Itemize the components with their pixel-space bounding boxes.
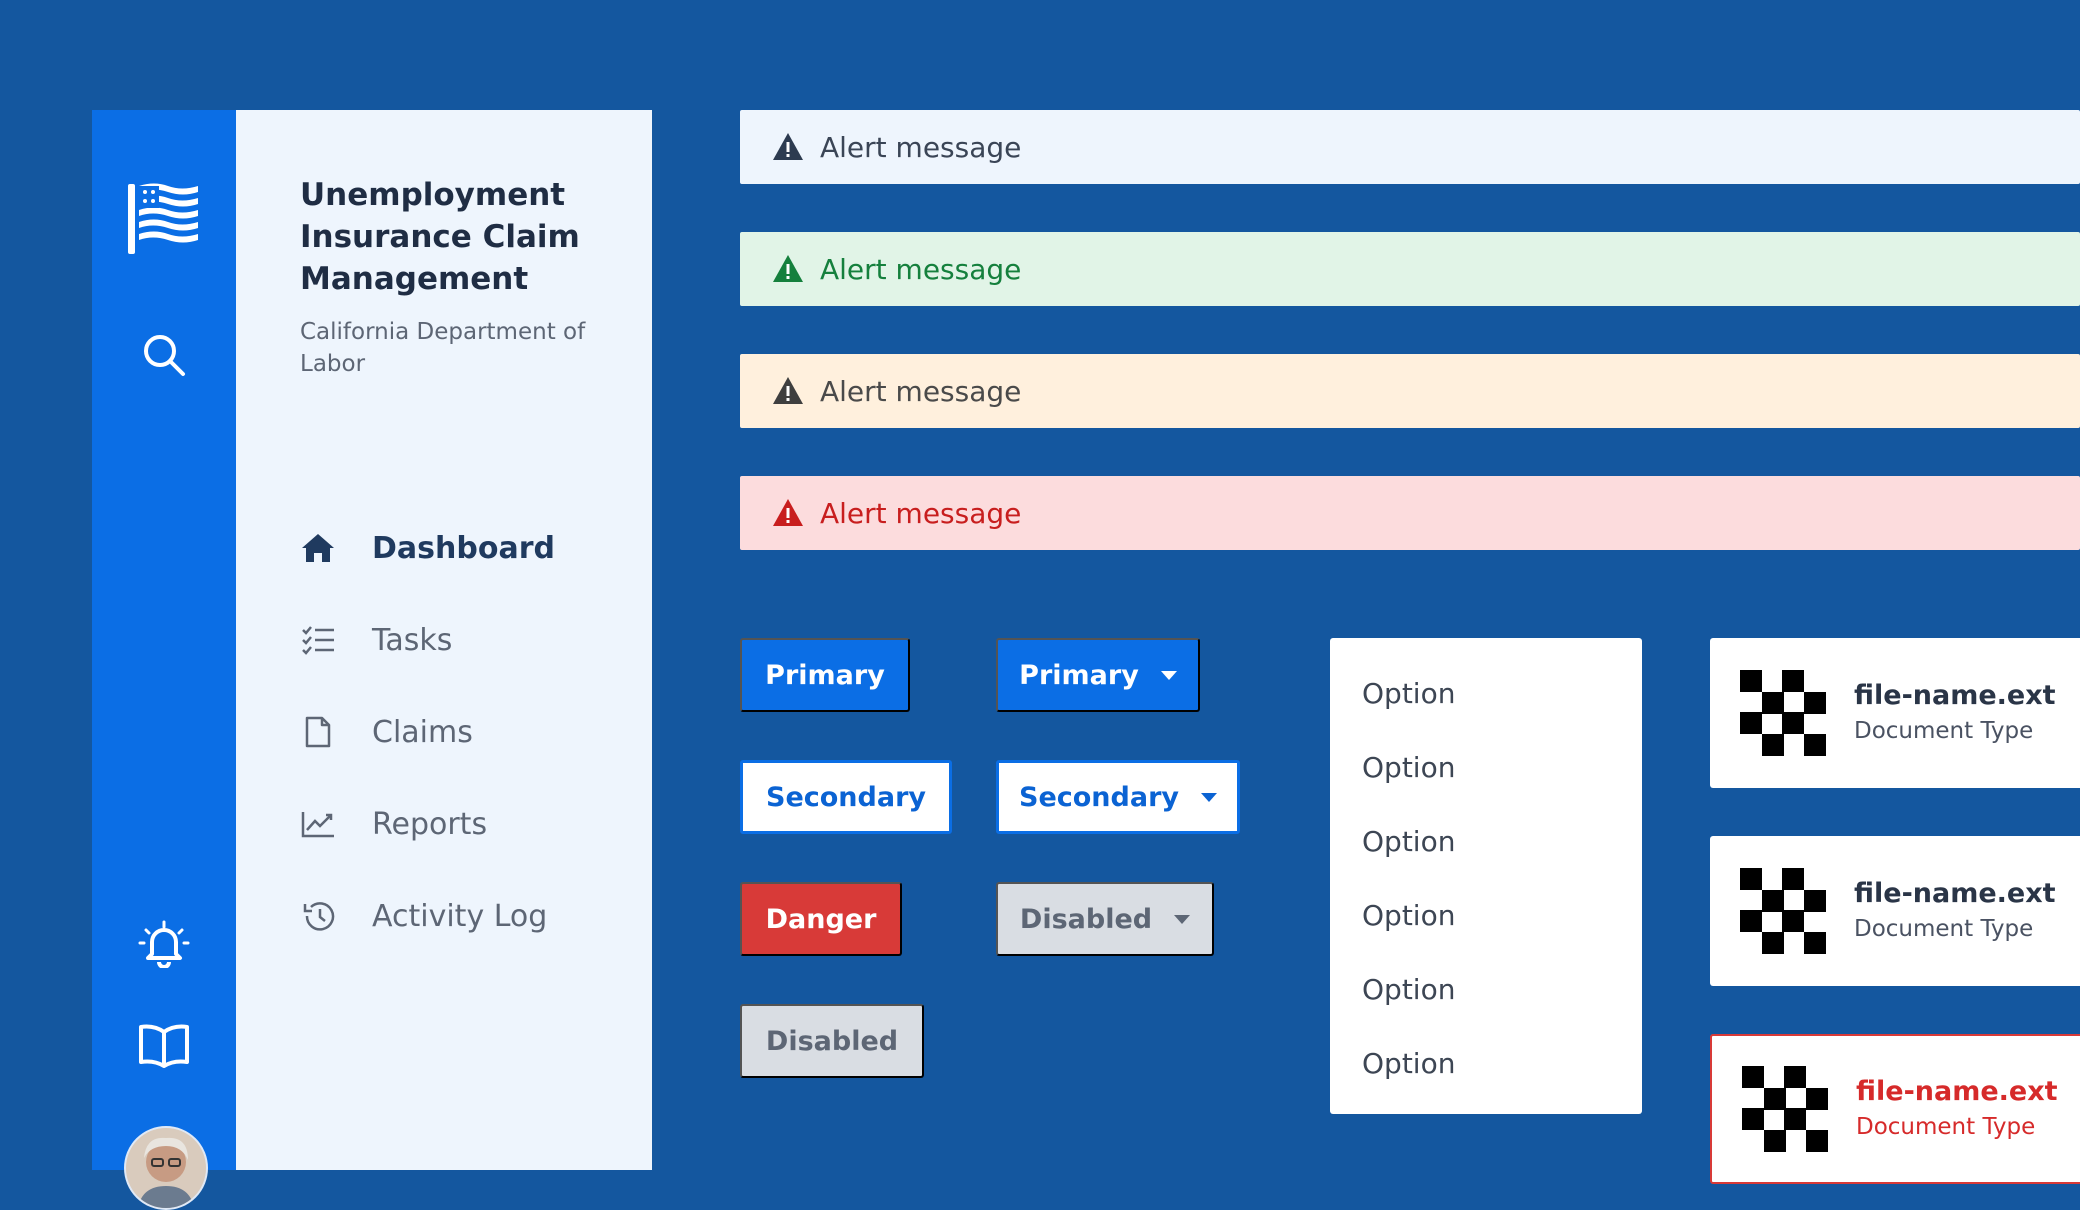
button-label: Primary bbox=[765, 659, 885, 691]
nav-label: Claims bbox=[372, 714, 473, 750]
nav-item-reports[interactable]: Reports bbox=[300, 802, 487, 846]
secondary-dropdown-button[interactable]: Secondary bbox=[996, 760, 1240, 834]
alert-message: Alert message bbox=[820, 496, 1022, 530]
caret-down-icon bbox=[1174, 914, 1191, 924]
alert-message: Alert message bbox=[820, 252, 1022, 286]
secondary-button[interactable]: Secondary bbox=[740, 760, 952, 834]
alert-message: Alert message bbox=[820, 130, 1022, 164]
button-label: Secondary bbox=[766, 781, 926, 813]
menu-option[interactable]: Option bbox=[1330, 730, 1642, 804]
nav-item-dashboard[interactable]: Dashboard bbox=[300, 526, 555, 570]
file-card[interactable]: file-name.ext Document Type bbox=[1710, 836, 2080, 986]
document-icon bbox=[300, 714, 336, 750]
button-label: Disabled bbox=[1019, 903, 1153, 935]
dropdown-menu: Option Option Option Option Option Optio… bbox=[1330, 638, 1642, 1114]
search-icon[interactable] bbox=[141, 332, 187, 378]
app-title: Unemployment Insurance Claim Management bbox=[300, 177, 580, 297]
menu-option[interactable]: Option bbox=[1330, 804, 1642, 878]
file-name: file-name.ext bbox=[1854, 680, 2056, 711]
warning-icon bbox=[773, 499, 803, 526]
button-label: Primary bbox=[1019, 659, 1139, 691]
file-card-error[interactable]: file-name.ext Document Type bbox=[1710, 1034, 2080, 1184]
caret-down-icon bbox=[1201, 792, 1217, 802]
user-avatar-image bbox=[126, 1128, 206, 1208]
primary-button[interactable]: Primary bbox=[740, 638, 910, 712]
side-panel: Unemployment Insurance Claim Management … bbox=[236, 110, 652, 1170]
warning-icon bbox=[773, 255, 803, 282]
disabled-button: Disabled bbox=[740, 1004, 924, 1078]
file-name: file-name.ext bbox=[1856, 1076, 2058, 1107]
nav-label: Dashboard bbox=[372, 530, 555, 566]
file-card[interactable]: file-name.ext Document Type bbox=[1710, 638, 2080, 788]
nav-label: Tasks bbox=[372, 622, 453, 658]
chart-line-icon bbox=[300, 806, 336, 842]
button-label: Secondary bbox=[1019, 781, 1179, 813]
alert-message: Alert message bbox=[820, 374, 1022, 408]
nav-item-activity-log[interactable]: Activity Log bbox=[300, 894, 547, 938]
alert-success: Alert message bbox=[740, 232, 2080, 306]
history-icon bbox=[300, 898, 336, 934]
avatar[interactable] bbox=[124, 1126, 208, 1210]
file-thumbnail-icon bbox=[1740, 670, 1826, 756]
warning-icon bbox=[773, 377, 803, 404]
nav-item-tasks[interactable]: Tasks bbox=[300, 618, 452, 662]
flag-icon[interactable] bbox=[126, 180, 202, 256]
checklist-icon bbox=[300, 622, 336, 658]
menu-option[interactable]: Option bbox=[1330, 656, 1642, 730]
caret-down-icon bbox=[1160, 670, 1177, 680]
menu-option[interactable]: Option bbox=[1330, 1026, 1642, 1100]
alert-error: Alert message bbox=[740, 476, 2080, 550]
warning-icon bbox=[773, 133, 803, 160]
file-type: Document Type bbox=[1854, 718, 2034, 744]
file-type: Document Type bbox=[1856, 1114, 2036, 1140]
home-icon bbox=[300, 530, 336, 566]
app-subtitle: California Department of Labor bbox=[300, 319, 586, 377]
file-thumbnail-icon bbox=[1740, 868, 1826, 954]
nav-item-claims[interactable]: Claims bbox=[300, 710, 473, 754]
alert-warning: Alert message bbox=[740, 354, 2080, 428]
danger-button[interactable]: Danger bbox=[740, 882, 902, 956]
file-thumbnail-icon bbox=[1742, 1066, 1828, 1152]
alert-info: Alert message bbox=[740, 110, 2080, 184]
nav-label: Activity Log bbox=[372, 898, 548, 934]
button-label: Disabled bbox=[765, 1025, 899, 1057]
nav-label: Reports bbox=[372, 806, 488, 842]
primary-dropdown-button[interactable]: Primary bbox=[996, 638, 1200, 712]
menu-option[interactable]: Option bbox=[1330, 878, 1642, 952]
bell-icon[interactable] bbox=[137, 918, 191, 968]
file-name: file-name.ext bbox=[1854, 878, 2056, 909]
icon-rail bbox=[92, 110, 236, 1210]
menu-option[interactable]: Option bbox=[1330, 952, 1642, 1026]
file-type: Document Type bbox=[1854, 916, 2034, 942]
book-icon[interactable] bbox=[137, 1022, 191, 1068]
button-label: Danger bbox=[765, 903, 877, 935]
disabled-dropdown-button: Disabled bbox=[996, 882, 1214, 956]
